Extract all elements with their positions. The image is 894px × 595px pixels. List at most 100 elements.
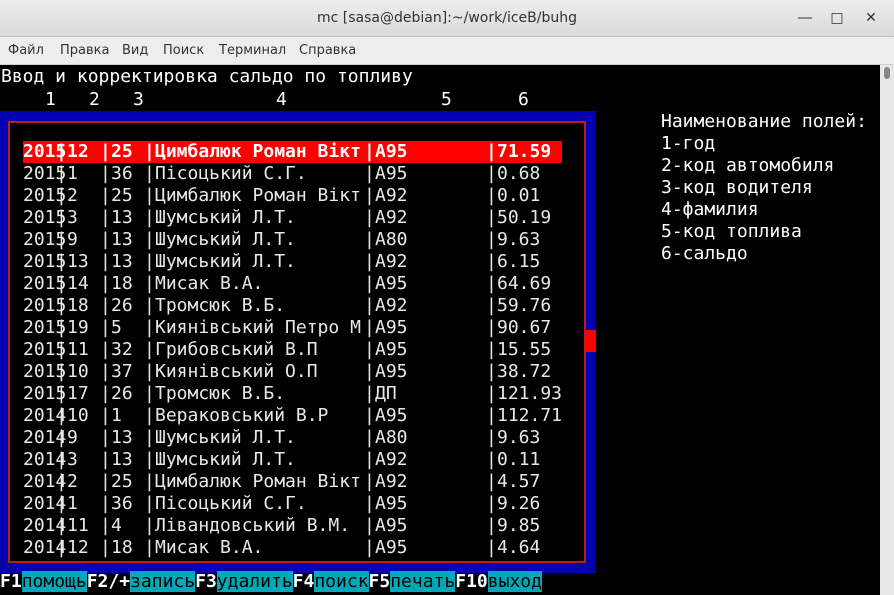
f5-key[interactable]: F5 (369, 571, 391, 592)
minimize-icon[interactable]: ― (796, 9, 814, 27)
column-separator: | (364, 471, 375, 492)
table-cell: 90.67 (497, 317, 552, 338)
table-cell: 11 (67, 339, 89, 360)
table-cell: 9 (67, 427, 78, 448)
legend-item: 3-код водителя (661, 177, 813, 198)
scrollbar-thumb[interactable] (884, 67, 890, 79)
table-cell: А80 (375, 229, 408, 250)
table-cell: 19 (67, 317, 89, 338)
table-cell: 121.93 (497, 383, 563, 404)
column-separator: | (144, 317, 155, 338)
menu-help[interactable]: Справка (299, 37, 356, 64)
column-separator: | (144, 405, 155, 426)
menu-search[interactable]: Поиск (163, 37, 204, 64)
table-cell: 3 (67, 449, 78, 470)
table-cell: 2 (67, 185, 78, 206)
table-cell: 10 (67, 405, 89, 426)
column-separator: | (100, 339, 111, 360)
close-icon[interactable]: ✕ (862, 9, 880, 27)
search-button[interactable]: поиск (314, 571, 369, 592)
column-separator: | (100, 515, 111, 536)
legend-item: 5-код топлива (661, 221, 802, 242)
table-cell: 12 (67, 537, 89, 558)
table-cell: Шумський Л.Т. (155, 251, 296, 272)
column-separator: | (486, 229, 497, 250)
column-separator: | (364, 339, 375, 360)
column-separator: | (486, 185, 497, 206)
table-cell: 5 (111, 317, 122, 338)
table-cell: 36 (111, 163, 133, 184)
table-cell: Цимбалюк Роман Вікт (155, 471, 361, 492)
column-number: 6 (518, 89, 529, 110)
table-cell: 25 (111, 141, 133, 162)
table-cell: 13 (67, 251, 89, 272)
column-separator: | (100, 383, 111, 404)
table-cell: А92 (375, 251, 408, 272)
column-separator: | (100, 537, 111, 558)
exit-button[interactable]: выход (487, 571, 542, 592)
menu-file[interactable]: Файл (8, 37, 44, 64)
column-separator: | (56, 537, 67, 558)
column-number: 5 (441, 89, 452, 110)
column-separator: | (100, 185, 111, 206)
table-cell: 26 (111, 383, 133, 404)
column-separator: | (486, 383, 497, 404)
f3-key[interactable]: F3 (195, 571, 217, 592)
column-separator: | (486, 163, 497, 184)
function-key-bar: F1помощьF2/+записьF3удалитьF4поискF5печа… (0, 571, 542, 593)
column-separator: | (56, 317, 67, 338)
menu-view[interactable]: Вид (122, 37, 148, 64)
table-cell: 13 (111, 251, 133, 272)
f2-key[interactable]: F2/+ (87, 571, 130, 592)
terminal-screen[interactable]: Ввод и корректировка сальдо по топливу 1… (0, 65, 880, 595)
maximize-icon[interactable]: □ (828, 9, 846, 27)
column-separator: | (144, 537, 155, 558)
table-cell: А95 (375, 273, 408, 294)
column-separator: | (100, 361, 111, 382)
column-separator: | (364, 405, 375, 426)
save-button[interactable]: запись (130, 571, 196, 592)
column-separator: | (56, 493, 67, 514)
table-cell: Тромсюк В.Б. (155, 295, 286, 316)
column-separator: | (56, 295, 67, 316)
table-cell: 11 (67, 515, 89, 536)
table-cell: 59.76 (497, 295, 552, 316)
table-cell: 13 (111, 449, 133, 470)
window-title: mc [sasa@debian]:~/work/iceB/buhg (317, 10, 577, 26)
column-separator: | (100, 427, 111, 448)
column-separator: | (486, 339, 497, 360)
menu-terminal[interactable]: Терминал (219, 37, 286, 64)
table-cell: А92 (375, 207, 408, 228)
table-cell: 13 (111, 427, 133, 448)
table-cell: 13 (111, 229, 133, 250)
column-separator: | (144, 229, 155, 250)
legend-item: 6-сальдо (661, 243, 748, 264)
column-separator: | (100, 229, 111, 250)
f1-key[interactable]: F1 (0, 571, 22, 592)
column-separator: | (486, 449, 497, 470)
table-cell: 32 (111, 339, 133, 360)
table-cell: 4.57 (497, 471, 541, 492)
column-separator: | (144, 449, 155, 470)
table-cell: 9.63 (497, 427, 541, 448)
help-button[interactable]: помощь (21, 571, 87, 592)
print-button[interactable]: печать (390, 571, 456, 592)
column-separator: | (56, 471, 67, 492)
column-separator: | (144, 383, 155, 404)
column-number: 3 (133, 89, 144, 110)
table-cell: 0.68 (497, 163, 541, 184)
table-cell: А95 (375, 317, 408, 338)
scroll-indicator[interactable] (585, 330, 596, 352)
terminal-scrollbar[interactable] (880, 65, 894, 595)
table-cell: 1 (67, 163, 78, 184)
f10-key[interactable]: F10 (455, 571, 488, 592)
delete-button[interactable]: удалить (216, 571, 293, 592)
f4-key[interactable]: F4 (293, 571, 315, 592)
column-separator: | (486, 471, 497, 492)
table-cell: Шумський Л.Т. (155, 207, 296, 228)
table-row[interactable]: 2015 12 | 25 | Цимбалюк Роман Вікт | А95 | 71.59 | (23, 141, 562, 163)
legend-item: 1-год (661, 133, 716, 154)
menu-edit[interactable]: Правка (60, 37, 109, 64)
table-cell: А80 (375, 427, 408, 448)
window-titlebar: mc [sasa@debian]:~/work/iceB/buhg ― □ ✕ (0, 0, 894, 37)
